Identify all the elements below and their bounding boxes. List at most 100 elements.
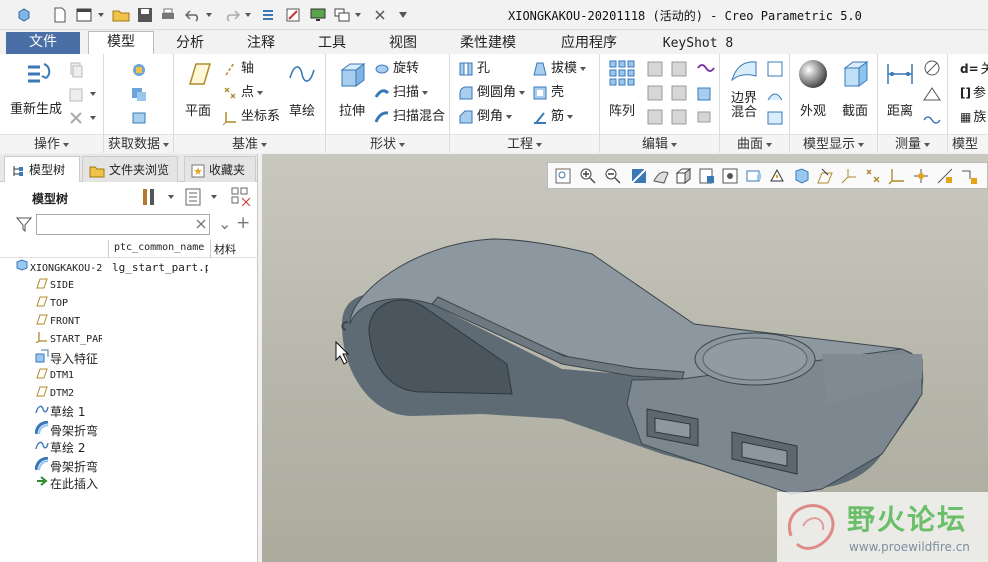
group-label-datum[interactable]: 基准 — [174, 134, 325, 153]
model-tool-icon[interactable] — [283, 5, 303, 25]
group-label-editing[interactable]: 编辑 — [600, 134, 719, 153]
chevron-down-icon[interactable] — [168, 195, 174, 199]
save-icon[interactable] — [135, 5, 155, 25]
undo-icon[interactable] — [183, 5, 203, 25]
hole-button[interactable]: 孔 — [458, 59, 490, 79]
search-options-icon[interactable]: ⌄ — [218, 214, 231, 233]
chevron-down-icon[interactable] — [351, 5, 361, 25]
chamfer-button[interactable]: 倒角 — [458, 107, 513, 127]
delete-button[interactable] — [68, 108, 96, 128]
group-label-shapes[interactable]: 形状 — [326, 134, 449, 153]
tab-applications[interactable]: 应用程序 — [546, 33, 632, 54]
surface-tools-icon[interactable] — [766, 60, 786, 130]
open-folder-icon[interactable] — [111, 5, 131, 25]
column-header-material[interactable]: 材料 — [214, 241, 236, 257]
graphics-window[interactable]: 野火论坛 www.proewildfire.cn — [262, 154, 988, 562]
search-input[interactable] — [36, 214, 210, 235]
tree-item[interactable]: 导入特征 — [34, 349, 98, 367]
tree-item[interactable]: FRONT — [34, 313, 80, 331]
clear-search-icon[interactable] — [196, 219, 206, 229]
extrude-button[interactable]: 拉伸 — [332, 58, 372, 119]
swept-blend-button[interactable]: 扫描混合 — [374, 107, 445, 127]
tree-item[interactable]: 草绘 2 — [34, 439, 85, 457]
distance-button[interactable]: 距离 — [880, 58, 920, 119]
tab-tools[interactable]: 工具 — [304, 33, 360, 54]
sweep-button[interactable]: 扫描 — [374, 83, 429, 103]
settings-tools-icon[interactable] — [140, 187, 160, 207]
tab-analysis[interactable]: 分析 — [162, 33, 218, 54]
group-label-measure[interactable]: 测量 — [878, 134, 947, 153]
group-label-model-intent[interactable]: 模型意 — [948, 134, 988, 171]
tab-favorites[interactable]: 收藏夹 — [184, 156, 256, 182]
tree-item[interactable]: START_PAR — [34, 331, 102, 349]
tab-folder-browser[interactable]: 文件夹浏览 — [82, 156, 178, 182]
group-label-model-display[interactable]: 模型显示 — [790, 134, 877, 153]
tab-model-tree[interactable]: 模型树 — [4, 156, 80, 182]
regenerate-icon[interactable] — [258, 5, 278, 25]
tree-item[interactable]: 骨架折弯 — [34, 420, 98, 439]
tree-item[interactable]: DTM1 — [34, 367, 74, 385]
group-label-operations[interactable]: 操作 — [0, 134, 103, 153]
draft-button[interactable]: 拔模 — [532, 59, 587, 79]
rib-button[interactable]: 筋 — [532, 107, 574, 127]
group-label-engineering[interactable]: 工程 — [450, 134, 599, 153]
add-filter-icon[interactable]: + — [236, 213, 250, 233]
close-window-icon[interactable] — [370, 5, 390, 25]
tree-item[interactable]: 骨架折弯 — [34, 456, 98, 475]
group-label-surfaces[interactable]: 曲面 — [720, 134, 789, 153]
tab-view[interactable]: 视图 — [374, 33, 432, 54]
tab-model[interactable]: 模型 — [88, 31, 154, 55]
parameters-button[interactable]: [] 参 — [960, 83, 986, 103]
customize-quick-access-icon[interactable] — [395, 5, 407, 25]
group-label-get-data[interactable]: 获取数据 — [104, 134, 173, 153]
copy-geometry-button[interactable] — [130, 84, 151, 104]
shell-button[interactable]: 壳 — [532, 83, 564, 103]
tab-file[interactable]: 文件 — [6, 32, 80, 54]
tree-item[interactable]: 草绘 1 — [34, 403, 85, 421]
column-header-common-name[interactable]: ptc_common_name — [114, 242, 206, 253]
tree-root-part[interactable]: XIONGKAKOU-2 — [14, 259, 110, 277]
regenerate-icon — [28, 63, 51, 83]
relations-button[interactable]: d= 关 — [960, 59, 988, 79]
windows-icon[interactable] — [332, 5, 352, 25]
filter-icon[interactable] — [16, 216, 32, 232]
user-defined-feature-button[interactable] — [130, 60, 151, 80]
revolve-icon — [375, 64, 389, 73]
window-icon[interactable] — [74, 5, 94, 25]
show-columns-icon[interactable] — [184, 187, 202, 207]
datum-point-button[interactable]: 点 — [222, 83, 264, 103]
appearance-button[interactable]: 外观 — [794, 58, 832, 119]
round-button[interactable]: 倒圆角 — [458, 83, 526, 103]
tree-item[interactable]: 在此插入 — [34, 475, 98, 493]
coordinate-system-button[interactable]: 坐标系 — [222, 107, 280, 127]
chevron-down-icon[interactable] — [202, 5, 212, 25]
copy-button[interactable] — [68, 60, 87, 80]
boundary-blend-button[interactable]: 边界混合 — [724, 58, 764, 120]
tree-item[interactable]: DTM2 — [34, 385, 74, 403]
section-button[interactable]: 截面 — [836, 58, 874, 119]
chevron-down-icon[interactable] — [211, 195, 217, 199]
revolve-button[interactable]: 旋转 — [374, 59, 419, 79]
family-table-button[interactable]: ▦ 族 — [960, 107, 986, 127]
shrinkwrap-button[interactable] — [130, 108, 151, 128]
regenerate-button[interactable]: 重新生成 — [8, 58, 64, 117]
sketch-button[interactable]: 草绘 — [284, 58, 320, 119]
tab-annotate[interactable]: 注释 — [232, 33, 290, 54]
tree-item[interactable]: SIDE — [34, 277, 74, 295]
tree-filter-icon[interactable] — [230, 186, 252, 206]
edit-tools-icon[interactable] — [646, 60, 716, 130]
new-file-icon[interactable] — [50, 5, 70, 25]
redo-icon[interactable] — [222, 5, 242, 25]
tab-keyshot[interactable]: KeyShot 8 — [648, 33, 748, 54]
measure-tools-icon[interactable] — [922, 60, 944, 130]
paste-button[interactable] — [68, 84, 96, 104]
pattern-button[interactable]: 阵列 — [604, 58, 640, 119]
datum-plane-button[interactable]: 平面 — [178, 58, 218, 119]
monitor-icon[interactable] — [308, 5, 328, 25]
chevron-down-icon[interactable] — [94, 5, 104, 25]
tree-item[interactable]: TOP — [34, 295, 68, 313]
chevron-down-icon[interactable] — [241, 5, 251, 25]
print-icon[interactable] — [158, 5, 178, 25]
datum-axis-button[interactable]: 轴 — [222, 59, 254, 79]
tab-flexible-modeling[interactable]: 柔性建模 — [446, 33, 530, 54]
